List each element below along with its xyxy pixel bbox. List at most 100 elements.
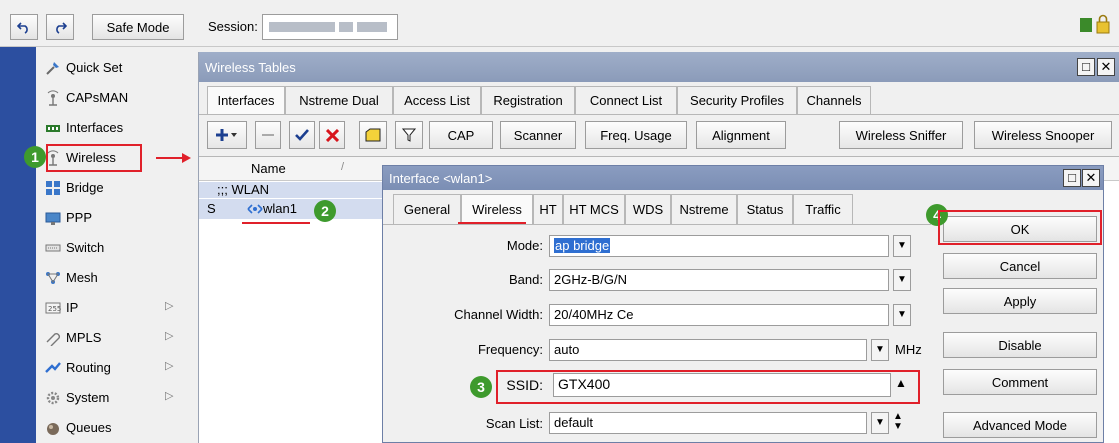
band-dropdown-button[interactable]: ▼ bbox=[893, 269, 911, 291]
cap-button[interactable]: CAP bbox=[429, 121, 493, 149]
ppp-icon bbox=[45, 212, 61, 225]
tab-interfaces[interactable]: Interfaces bbox=[207, 86, 285, 114]
dropdown-arrow-icon: ▼ bbox=[875, 417, 885, 428]
comment-icon bbox=[365, 128, 381, 142]
apply-button[interactable]: Apply bbox=[943, 288, 1097, 314]
tab-access-list[interactable]: Access List bbox=[393, 86, 481, 114]
band-field[interactable]: 2GHz-B/G/N bbox=[549, 269, 889, 291]
sidebar-item-interfaces[interactable]: Interfaces bbox=[36, 113, 198, 143]
interfaces-icon bbox=[46, 125, 60, 132]
close-icon: ✕ bbox=[1100, 59, 1112, 74]
list-group-row: ;;; WLAN bbox=[199, 182, 385, 198]
dialog-title: Interface <wlan1> bbox=[389, 171, 493, 186]
sidebar-item-system[interactable]: System ▷ bbox=[36, 383, 198, 413]
comment-button[interactable] bbox=[359, 121, 387, 149]
sidebar-item-capsman[interactable]: CAPsMAN bbox=[36, 83, 198, 113]
sidebar: Quick Set CAPsMAN Interfaces Wireless Br… bbox=[0, 47, 198, 443]
advanced-mode-button[interactable]: Advanced Mode bbox=[943, 412, 1097, 438]
mode-dropdown-button[interactable]: ▼ bbox=[893, 235, 911, 257]
disable-button[interactable]: Disable bbox=[943, 332, 1097, 358]
sidebar-item-bridge[interactable]: Bridge bbox=[36, 173, 198, 203]
scanner-button[interactable]: Scanner bbox=[500, 121, 576, 149]
filter-icon bbox=[402, 128, 416, 142]
underline-wireless-tab bbox=[458, 222, 526, 224]
comment-button[interactable]: Comment bbox=[943, 369, 1097, 395]
sidebar-item-mpls[interactable]: MPLS ▷ bbox=[36, 323, 198, 353]
mpls-icon bbox=[46, 333, 60, 346]
maximize-button[interactable]: □ bbox=[1077, 58, 1095, 76]
tab-wireless[interactable]: Wireless bbox=[461, 194, 533, 224]
tab-traffic[interactable]: Traffic bbox=[793, 194, 853, 224]
remove-button[interactable] bbox=[255, 121, 281, 149]
session-field[interactable] bbox=[262, 14, 398, 40]
tab-ht[interactable]: HT bbox=[533, 194, 563, 224]
tab-nstreme[interactable]: Nstreme bbox=[671, 194, 737, 224]
ip-icon: 255 bbox=[45, 302, 61, 314]
enable-button[interactable] bbox=[289, 121, 315, 149]
cancel-button[interactable]: Cancel bbox=[943, 253, 1097, 279]
maximize-icon: □ bbox=[1082, 59, 1090, 74]
channel-width-dropdown-button[interactable]: ▼ bbox=[893, 304, 911, 326]
column-name-header[interactable]: Name bbox=[251, 161, 286, 176]
undo-button[interactable] bbox=[10, 14, 38, 40]
reorder-arrows-icon[interactable]: ▲ ▼ bbox=[893, 412, 903, 432]
add-button[interactable] bbox=[207, 121, 247, 149]
redacted-text bbox=[339, 22, 353, 32]
scan-list-field[interactable]: default bbox=[549, 412, 867, 434]
window-title: Wireless Tables bbox=[205, 60, 296, 75]
underline-wlan1 bbox=[242, 222, 310, 224]
tab-ht-mcs[interactable]: HT MCS bbox=[563, 194, 625, 224]
close-icon: ✕ bbox=[1085, 170, 1097, 185]
sidebar-item-quick-set[interactable]: Quick Set bbox=[36, 53, 198, 83]
tab-connect-list[interactable]: Connect List bbox=[575, 86, 677, 114]
sidebar-item-queues[interactable]: Queues bbox=[36, 413, 198, 443]
mode-value: ap bridge bbox=[554, 238, 611, 253]
tab-status[interactable]: Status bbox=[737, 194, 793, 224]
sidebar-item-switch[interactable]: Switch bbox=[36, 233, 198, 263]
dialog-tab-divider bbox=[383, 224, 931, 225]
group-comment: ;;; WLAN bbox=[217, 182, 270, 197]
sidebar-item-label: Mesh bbox=[66, 270, 98, 285]
table-row[interactable]: S wlan1 bbox=[199, 199, 385, 219]
mode-field[interactable]: ap bridge bbox=[549, 235, 889, 257]
sidebar-item-label: PPP bbox=[66, 210, 93, 225]
channel-width-field[interactable]: 20/40MHz Ce bbox=[549, 304, 889, 326]
tab-wds[interactable]: WDS bbox=[625, 194, 671, 224]
tab-channels[interactable]: Channels bbox=[797, 86, 871, 114]
scan-list-dropdown-button[interactable]: ▼ bbox=[871, 412, 889, 434]
frequency-dropdown-button[interactable]: ▼ bbox=[871, 339, 889, 361]
top-toolbar: Safe Mode Session: bbox=[0, 0, 1119, 47]
tab-general[interactable]: General bbox=[393, 194, 461, 224]
filter-button[interactable] bbox=[395, 121, 423, 149]
disable-button[interactable] bbox=[319, 121, 345, 149]
maximize-button[interactable]: □ bbox=[1063, 169, 1081, 187]
frequency-label: Frequency: bbox=[477, 342, 543, 357]
scan-list-label: Scan List: bbox=[485, 416, 543, 431]
close-button[interactable]: ✕ bbox=[1097, 58, 1115, 76]
alignment-button[interactable]: Alignment bbox=[696, 121, 786, 149]
frequency-field[interactable]: auto bbox=[549, 339, 867, 361]
step-badge-3: 3 bbox=[470, 376, 492, 398]
row-flag: S bbox=[207, 201, 216, 216]
tab-nstreme-dual[interactable]: Nstreme Dual bbox=[285, 86, 393, 114]
safe-mode-button[interactable]: Safe Mode bbox=[92, 14, 184, 40]
sidebar-item-routing[interactable]: Routing ▷ bbox=[36, 353, 198, 383]
dialog-title-bar: Interface <wlan1> □ ✕ bbox=[383, 166, 1103, 190]
queues-icon bbox=[47, 423, 59, 435]
sidebar-item-label: Interfaces bbox=[66, 120, 124, 135]
switch-icon bbox=[45, 244, 61, 252]
plus-icon bbox=[216, 129, 237, 141]
wireless-snooper-button[interactable]: Wireless Snooper bbox=[974, 121, 1112, 149]
redo-button[interactable] bbox=[46, 14, 74, 40]
sidebar-item-ip[interactable]: 255 IP ▷ bbox=[36, 293, 198, 323]
routing-icon bbox=[45, 362, 61, 373]
sidebar-item-mesh[interactable]: Mesh bbox=[36, 263, 198, 293]
tab-security-profiles[interactable]: Security Profiles bbox=[677, 86, 797, 114]
freq-usage-button[interactable]: Freq. Usage bbox=[585, 121, 687, 149]
sidebar-item-ppp[interactable]: PPP bbox=[36, 203, 198, 233]
sidebar-item-label: Quick Set bbox=[66, 60, 123, 75]
tab-registration[interactable]: Registration bbox=[481, 86, 575, 114]
sidebar-item-label: IP bbox=[66, 300, 79, 315]
close-button[interactable]: ✕ bbox=[1082, 169, 1100, 187]
wireless-sniffer-button[interactable]: Wireless Sniffer bbox=[839, 121, 963, 149]
